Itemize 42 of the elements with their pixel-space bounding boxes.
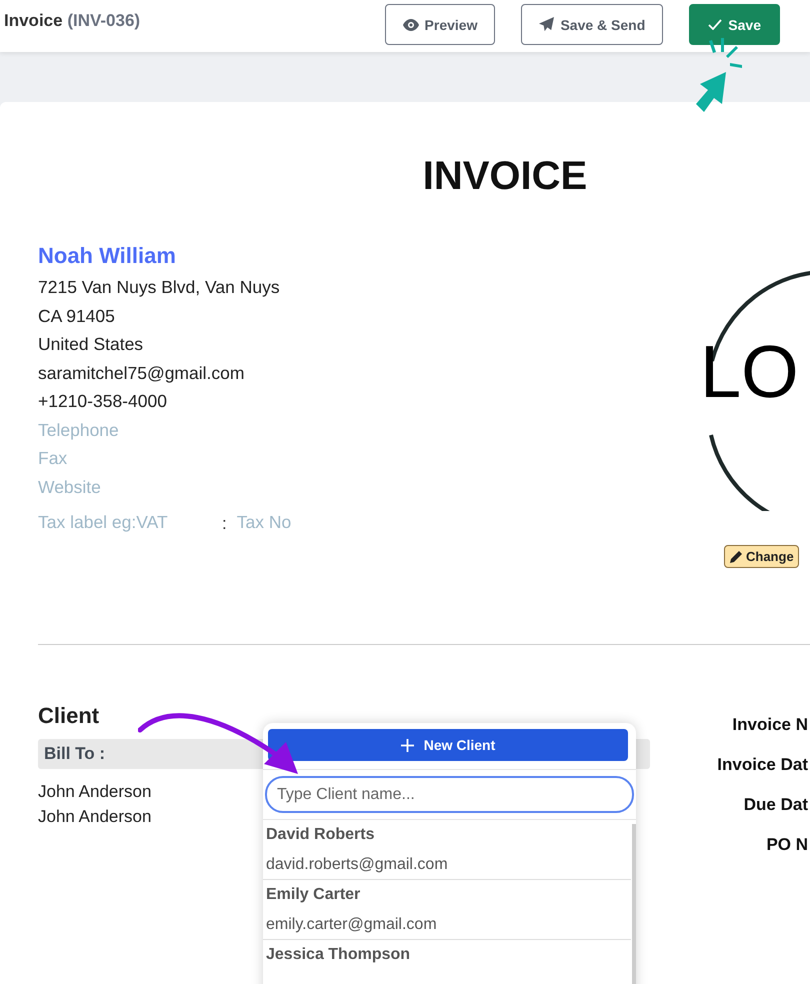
save-button[interactable]: Save [689, 4, 780, 45]
meta-label: Due Dat [744, 795, 808, 816]
business-detail: saramitchel75@gmail.com [38, 362, 246, 385]
tax-label-field[interactable]: Tax label eg:VAT [38, 508, 218, 536]
meta-label: Invoice N [732, 715, 808, 736]
tax-number-field[interactable]: Tax No [236, 508, 337, 536]
check-icon [708, 19, 722, 30]
client-option[interactable]: Jessica Thompson [263, 940, 631, 984]
client-name: Emily Carter [266, 886, 362, 904]
paper-plane-icon [539, 17, 554, 32]
logo-text: LO [700, 335, 799, 409]
client-heading: Client [38, 703, 100, 729]
client-email: emily.carter@gmail.com [266, 916, 438, 934]
page-title: Invoice (INV-036) [4, 11, 140, 31]
business-field[interactable]: Website [38, 473, 278, 502]
client-option[interactable]: David Roberts david.roberts@gmail.com [263, 820, 631, 880]
save-and-send-button[interactable]: Save & Send [521, 4, 664, 45]
tax-separator: : [222, 514, 227, 534]
eye-icon [402, 18, 419, 30]
business-name: Noah William [38, 243, 177, 269]
client-email: david.roberts@gmail.com [266, 856, 449, 874]
business-detail: United States [38, 333, 144, 356]
change-logo-button[interactable]: Change [724, 545, 799, 568]
meta-label: Invoice Dat [717, 755, 808, 776]
client-option[interactable]: Emily Carter emily.carter@gmail.com [263, 880, 631, 940]
client-name: David Roberts [266, 826, 376, 844]
preview-button[interactable]: Preview [384, 4, 496, 45]
client-name: Jessica Thompson [266, 946, 412, 964]
new-client-button[interactable]: New Client [268, 729, 628, 761]
business-detail: 7215 Van Nuys Blvd, Van Nuys [38, 276, 281, 299]
client-search-field[interactable]: Type Client name... [265, 776, 634, 813]
client-detail: John Anderson [38, 806, 152, 828]
invoice-heading: INVOICE [422, 154, 588, 199]
client-detail: John Anderson [38, 781, 152, 803]
meta-label: PO N [766, 835, 808, 856]
business-field[interactable]: Fax [38, 444, 278, 474]
plus-icon [400, 738, 414, 752]
business-field[interactable]: Telephone [38, 416, 278, 445]
pencil-icon [729, 550, 743, 564]
business-detail: +1210-358-4000 [38, 390, 168, 414]
pointer-click-icon [694, 38, 744, 114]
business-detail: CA 91405 [38, 304, 116, 328]
